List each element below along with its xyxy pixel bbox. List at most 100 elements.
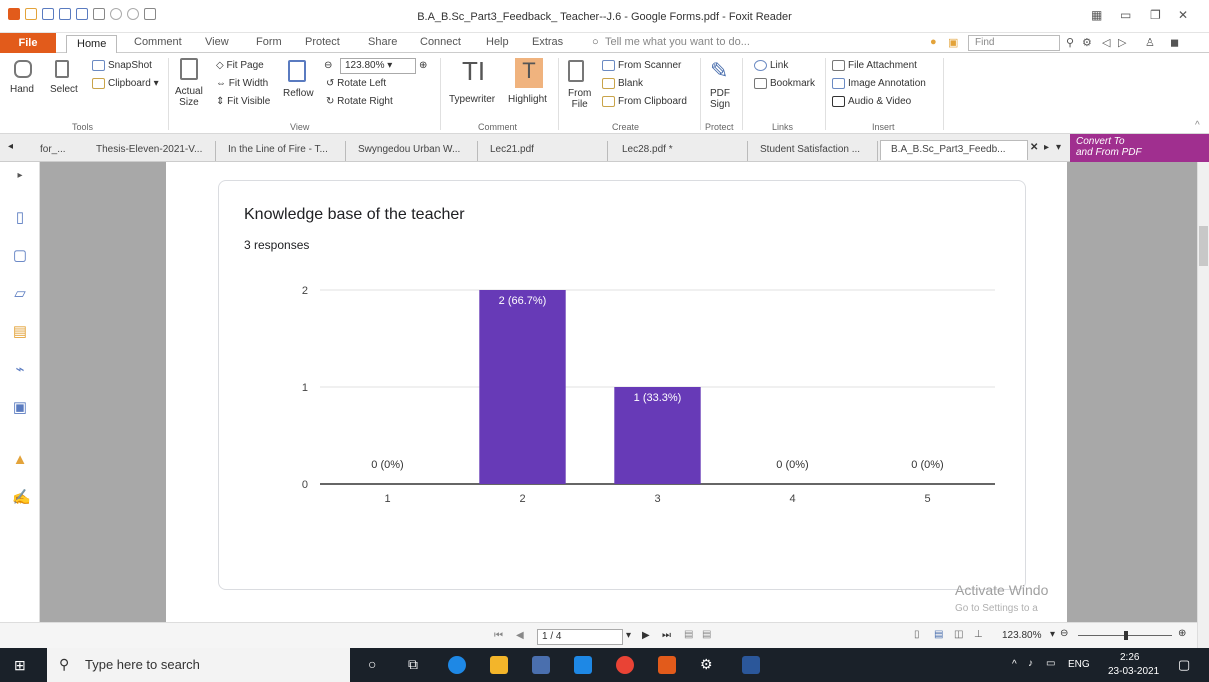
search-icon[interactable]: ⚲ (1066, 36, 1074, 49)
clock-date[interactable]: 23-03-2021 (1108, 666, 1159, 677)
layers-panel-icon[interactable]: ▱ (12, 286, 28, 302)
vertical-scrollbar[interactable] (1197, 162, 1209, 648)
fit-page-button[interactable]: ◇ Fit Page (216, 60, 264, 71)
hand-tool-button[interactable]: Hand (10, 84, 34, 95)
previous-view-icon[interactable]: ▤ (684, 629, 693, 640)
minimize-button[interactable]: ▭ (1120, 8, 1131, 22)
close-button[interactable]: ✕ (1178, 8, 1188, 22)
store-icon[interactable] (532, 656, 550, 674)
volume-icon[interactable]: ♪ (1028, 658, 1033, 669)
ribbon-options-icon[interactable]: ▦ (1091, 8, 1102, 22)
prev-page-icon[interactable]: ◀ (516, 630, 524, 641)
comments-panel-icon[interactable]: ▤ (12, 324, 28, 340)
close-tab-icon[interactable]: ✕ (1030, 142, 1038, 153)
page-number-input[interactable]: 1 / 4 (537, 629, 623, 645)
first-page-icon[interactable]: ⏮ (494, 630, 503, 641)
fit-visible-button[interactable]: ⇕ Fit Visible (216, 96, 270, 107)
security-panel-icon[interactable]: ▲ (12, 452, 28, 468)
bookmark-button[interactable]: Bookmark (754, 78, 815, 89)
tab-extras[interactable]: Extras (532, 36, 563, 48)
tab-home[interactable]: Home (66, 35, 118, 53)
tabs-list-icon[interactable]: ▾ (1056, 142, 1061, 153)
from-file-button[interactable]: From File (568, 88, 591, 110)
reflow-button[interactable]: Reflow (283, 88, 314, 99)
doc-tab[interactable]: for_... (30, 141, 82, 161)
chrome-icon[interactable] (616, 656, 634, 674)
tabs-left-icon[interactable]: ◂ (8, 141, 13, 152)
page-dropdown-icon[interactable]: ▾ (626, 630, 631, 641)
doc-tab[interactable]: Swyngedou Urban W... (348, 141, 478, 161)
doc-tab[interactable]: Student Satisfaction ... (750, 141, 878, 161)
pdf-sign-button[interactable]: PDF Sign (710, 88, 730, 110)
tab-share[interactable]: Share (368, 36, 397, 48)
notifications-icon[interactable]: ▢ (1178, 657, 1190, 673)
doc-tab[interactable]: In the Line of Fire - T... (218, 141, 346, 161)
doc-tab[interactable]: Lec28.pdf * (612, 141, 748, 161)
doc-tab[interactable]: Lec21.pdf (480, 141, 608, 161)
link-button[interactable]: Link (754, 60, 788, 71)
continuous-facing-icon[interactable]: ⊥ (974, 629, 983, 640)
edge-icon[interactable] (448, 656, 466, 674)
blank-button[interactable]: Blank (602, 78, 643, 89)
zoom-select[interactable]: 123.80% ▾ (340, 58, 416, 74)
continuous-icon[interactable]: ▤ (934, 629, 943, 640)
tab-help[interactable]: Help (486, 36, 509, 48)
last-page-icon[interactable]: ⏭ (662, 630, 671, 641)
actual-size-button[interactable]: Actual Size (175, 86, 203, 108)
tray-chevron-icon[interactable]: ^ (1012, 659, 1017, 670)
rotate-left-button[interactable]: ↺ Rotate Left (326, 78, 386, 89)
single-page-icon[interactable]: ▯ (914, 629, 920, 640)
collapse-ribbon-icon[interactable]: ^ (1195, 120, 1200, 131)
scroll-thumb[interactable] (1199, 226, 1208, 266)
next-page-icon[interactable]: ▶ (642, 630, 650, 641)
attachments-panel-icon[interactable]: ⌁ (12, 362, 28, 378)
settings-icon[interactable]: ⚙ (1082, 36, 1092, 49)
highlight-button[interactable]: Highlight (508, 94, 547, 105)
select-tool-button[interactable]: Select (50, 84, 78, 95)
signatures-panel-icon[interactable]: ▣ (12, 400, 28, 416)
file-attachment-button[interactable]: File Attachment (832, 60, 917, 71)
tab-connect[interactable]: Connect (420, 36, 461, 48)
tab-comment[interactable]: Comment (134, 36, 182, 48)
zoom-slider-thumb[interactable] (1124, 631, 1128, 640)
from-clipboard-button[interactable]: From Clipboard (602, 96, 687, 107)
expand-pane-icon[interactable]: ▸ (12, 168, 28, 184)
word-icon[interactable] (742, 656, 760, 674)
typewriter-button[interactable]: Typewriter (449, 94, 495, 105)
zoom-out-status-icon[interactable]: ⊖ (1060, 628, 1068, 639)
zoom-dropdown-icon[interactable]: ▾ (1050, 629, 1055, 640)
task-view-icon[interactable]: ⧉ (408, 656, 418, 673)
tabs-right-icon[interactable]: ▸ (1044, 142, 1049, 153)
audio-video-button[interactable]: Audio & Video (832, 96, 911, 107)
pages-panel-icon[interactable]: ▢ (12, 248, 28, 264)
windows-start-icon[interactable]: ⊞ (14, 657, 26, 674)
skin-icon[interactable]: ◼ (1170, 36, 1179, 49)
convert-pdf-banner[interactable]: Convert To and From PDF (1070, 134, 1209, 162)
facing-icon[interactable]: ◫ (954, 629, 963, 640)
file-explorer-icon[interactable] (490, 656, 508, 674)
next-result-icon[interactable]: ▷ (1118, 36, 1126, 49)
image-annotation-button[interactable]: Image Annotation (832, 78, 926, 89)
bookmarks-panel-icon[interactable]: ▯ (12, 210, 28, 226)
tab-file[interactable]: File (0, 33, 56, 53)
zoom-in-status-icon[interactable]: ⊕ (1178, 628, 1186, 639)
taskbar-search-input[interactable]: ⚲ Type here to search (47, 648, 350, 682)
snapshot-button[interactable]: SnapShot (92, 60, 152, 71)
fit-width-button[interactable]: ⇔ Fit Width (216, 78, 268, 89)
network-icon[interactable]: ▭ (1046, 658, 1055, 669)
tab-view[interactable]: View (205, 36, 229, 48)
zoom-out-icon[interactable]: ⊖ (324, 60, 332, 71)
clock-time[interactable]: 2:26 (1120, 652, 1139, 663)
rotate-right-button[interactable]: ↻ Rotate Right (326, 96, 393, 107)
mail-icon[interactable] (574, 656, 592, 674)
folder-icon[interactable]: ▣ (948, 36, 958, 49)
find-input[interactable]: Find (968, 35, 1060, 51)
foxit-taskbar-icon[interactable] (658, 656, 676, 674)
tab-protect[interactable]: Protect (305, 36, 340, 48)
tab-form[interactable]: Form (256, 36, 282, 48)
doc-tab[interactable]: Thesis-Eleven-2021-V... (86, 141, 216, 161)
digital-sign-panel-icon[interactable]: ✍ (12, 490, 31, 506)
settings-taskbar-icon[interactable]: ⚙ (700, 656, 713, 673)
tell-me-input[interactable]: Tell me what you want to do... (605, 36, 750, 48)
language-indicator[interactable]: ENG (1068, 659, 1090, 670)
